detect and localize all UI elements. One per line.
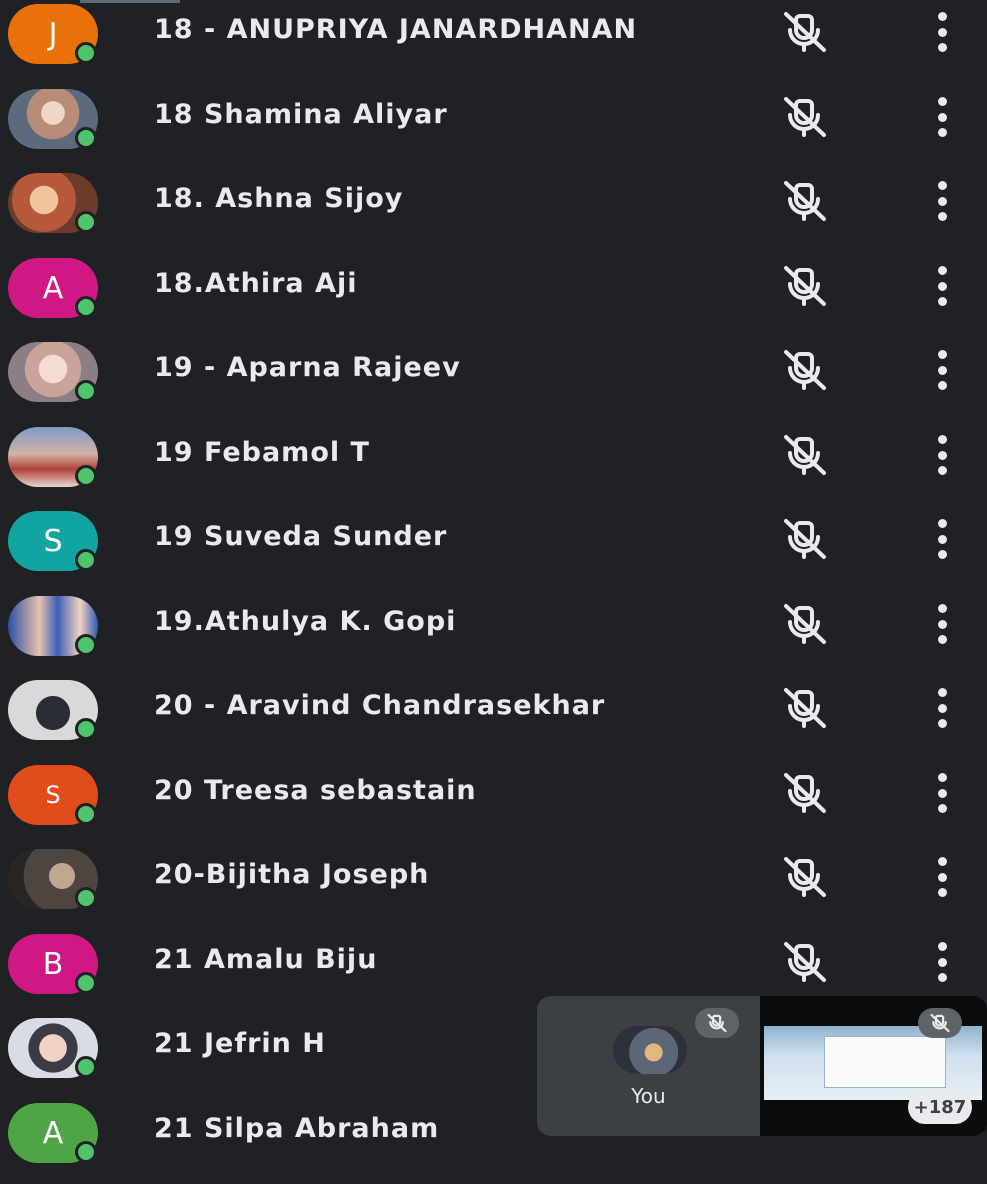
mic-off-icon[interactable] <box>778 179 832 223</box>
more-options-icon[interactable] <box>930 97 954 137</box>
mic-off-icon[interactable] <box>778 10 832 54</box>
participant-name: 19 - Aparna Rajeev <box>154 352 461 383</box>
participant-name: 20 Treesa sebastain <box>154 775 477 806</box>
mic-off-icon[interactable] <box>778 771 832 815</box>
status-dot <box>75 803 97 825</box>
avatar-initial: B <box>42 946 64 982</box>
avatar-initial: S <box>43 523 63 559</box>
participant-name: 21 Amalu Biju <box>154 944 378 975</box>
status-dot <box>75 42 97 64</box>
participant-name: 19 Febamol T <box>154 437 370 468</box>
mic-off-icon[interactable] <box>778 264 832 308</box>
status-dot <box>75 634 97 656</box>
participant-row[interactable]: 19 Febamol T <box>0 423 987 508</box>
status-dot <box>75 380 97 402</box>
status-dot <box>75 972 97 994</box>
mic-off-icon[interactable] <box>778 602 832 646</box>
participant-row[interactable]: J 18 - ANUPRIYA JANARDHANAN <box>0 0 987 85</box>
more-options-icon[interactable] <box>930 604 954 644</box>
participant-name: 21 Jefrin H <box>154 1028 326 1059</box>
participant-name: 18 Shamina Aliyar <box>154 99 448 130</box>
status-dot <box>75 549 97 571</box>
participant-name: 18.Athira Aji <box>154 268 358 299</box>
status-dot <box>75 1141 97 1163</box>
mic-off-icon[interactable] <box>778 433 832 477</box>
status-dot <box>75 1056 97 1078</box>
participant-name: 21 Silpa Abraham <box>154 1113 440 1144</box>
avatar <box>613 1026 687 1074</box>
avatar-initial: A <box>42 1115 64 1151</box>
participant-count-badge[interactable]: +187 <box>908 1090 972 1124</box>
participant-row[interactable]: 18 Shamina Aliyar <box>0 85 987 170</box>
participant-row[interactable]: S 19 Suveda Sunder <box>0 507 987 592</box>
participant-row[interactable]: 18. Ashna Sijoy <box>0 169 987 254</box>
avatar-initial: A <box>42 270 64 306</box>
participant-name: 18 - ANUPRIYA JANARDHANAN <box>154 14 638 45</box>
more-options-icon[interactable] <box>930 688 954 728</box>
more-options-icon[interactable] <box>930 942 954 982</box>
avatar-initial: J <box>48 16 58 52</box>
participant-row[interactable]: 19 - Aparna Rajeev <box>0 338 987 423</box>
more-options-icon[interactable] <box>930 435 954 475</box>
shared-window <box>824 1036 946 1088</box>
mic-off-icon[interactable] <box>778 855 832 899</box>
more-options-icon[interactable] <box>930 181 954 221</box>
mic-off-icon[interactable] <box>778 686 832 730</box>
mic-off-icon[interactable] <box>778 95 832 139</box>
self-label: You <box>631 1084 666 1108</box>
mic-off-icon[interactable] <box>778 517 832 561</box>
participant-name: 19 Suveda Sunder <box>154 521 448 552</box>
status-dot <box>75 887 97 909</box>
participant-row[interactable]: 19.Athulya K. Gopi <box>0 592 987 677</box>
more-options-icon[interactable] <box>930 773 954 813</box>
more-options-icon[interactable] <box>930 12 954 52</box>
participant-name: 20-Bijitha Joseph <box>154 859 430 890</box>
avatar-initial: S <box>45 781 61 809</box>
participant-row[interactable]: A 18.Athira Aji <box>0 254 987 339</box>
participant-row[interactable]: 20 - Aravind Chandrasekhar <box>0 676 987 761</box>
mic-off-icon[interactable] <box>778 348 832 392</box>
more-options-icon[interactable] <box>930 350 954 390</box>
status-dot <box>75 718 97 740</box>
participant-row[interactable]: S 20 Treesa sebastain <box>0 761 987 846</box>
mic-off-icon[interactable] <box>778 940 832 984</box>
participant-name: 18. Ashna Sijoy <box>154 183 404 214</box>
participant-row[interactable]: 20-Bijitha Joseph <box>0 845 987 930</box>
more-options-icon[interactable] <box>930 519 954 559</box>
status-dot <box>75 211 97 233</box>
status-dot <box>75 465 97 487</box>
mic-off-icon <box>695 1008 739 1038</box>
participant-name: 19.Athulya K. Gopi <box>154 606 457 637</box>
status-dot <box>75 127 97 149</box>
participant-name: 20 - Aravind Chandrasekhar <box>154 690 606 721</box>
self-view-tile[interactable]: You <box>537 996 760 1136</box>
status-dot <box>75 296 97 318</box>
more-options-icon[interactable] <box>930 266 954 306</box>
more-options-icon[interactable] <box>930 857 954 897</box>
mic-off-icon <box>918 1008 962 1038</box>
